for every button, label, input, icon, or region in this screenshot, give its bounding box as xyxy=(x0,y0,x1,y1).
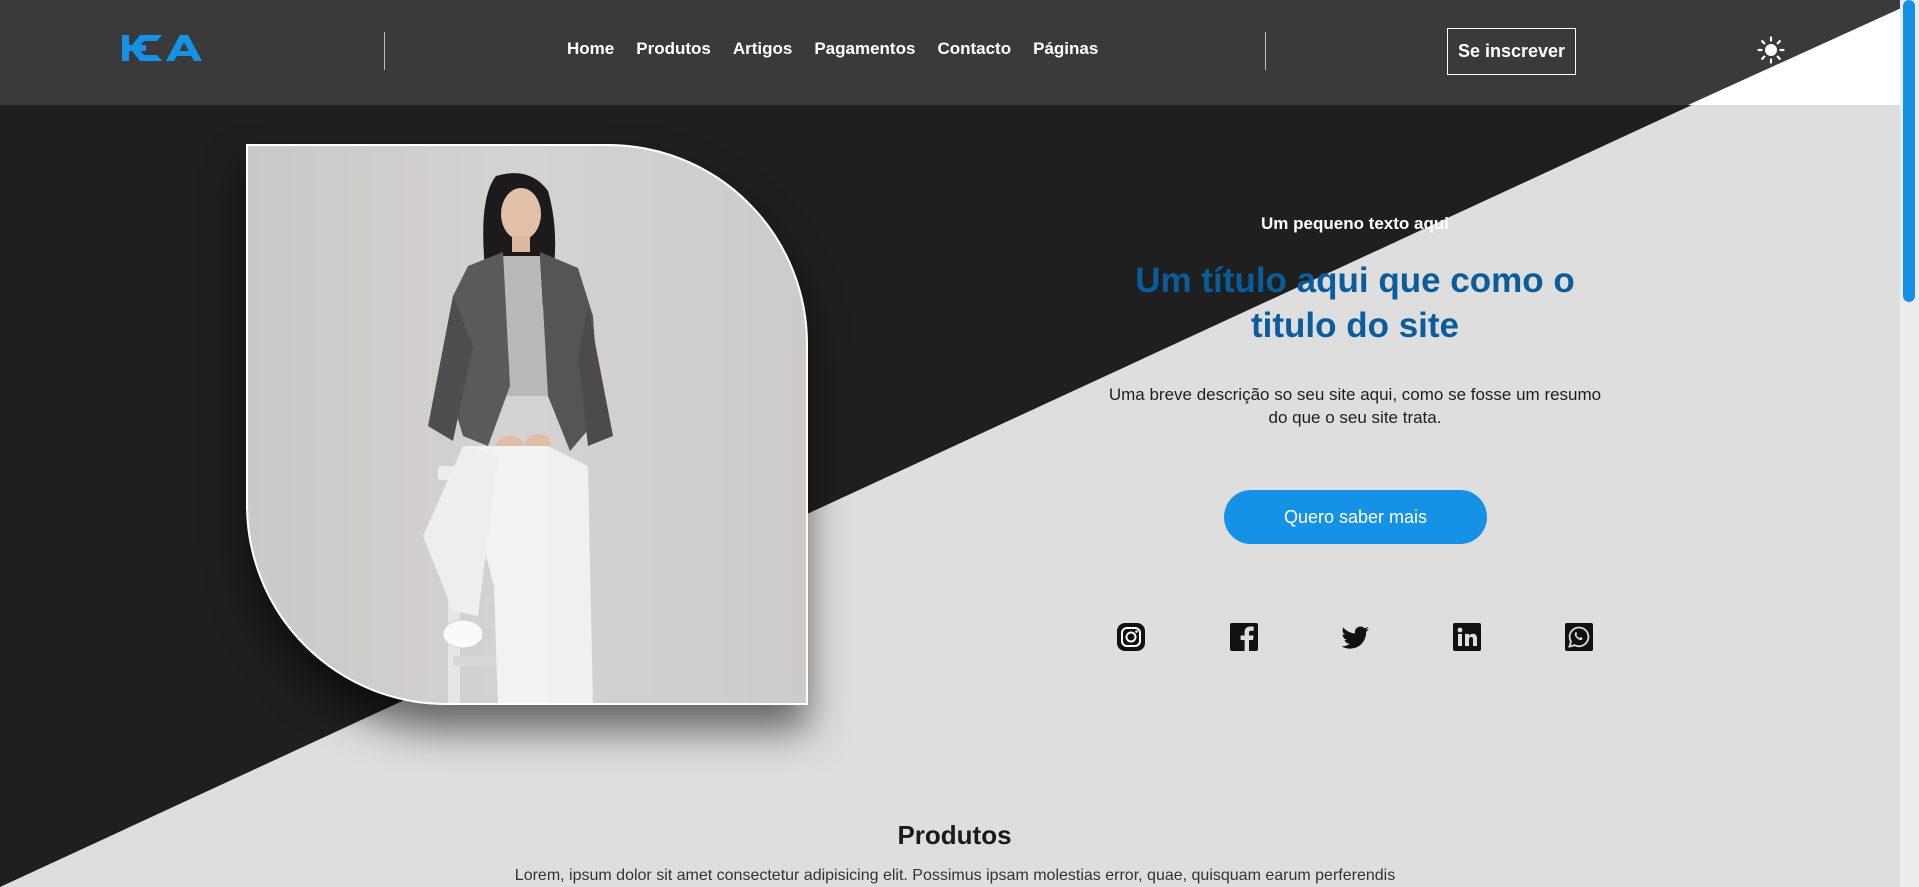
theme-toggle-sun-icon[interactable] xyxy=(1757,36,1785,64)
hero-tagline: Um pequeno texto aqui xyxy=(1261,214,1449,233)
sun-icon xyxy=(1757,36,1785,64)
facebook-icon[interactable] xyxy=(1229,622,1259,652)
instagram-icon[interactable] xyxy=(1116,622,1146,652)
scrollbar-thumb[interactable] xyxy=(1903,0,1915,302)
nav-pagamentos[interactable]: Pagamentos xyxy=(814,39,915,59)
header-divider-right xyxy=(1265,32,1266,70)
header-divider-left xyxy=(384,32,385,70)
linkedin-icon[interactable] xyxy=(1452,622,1482,652)
hero-description-line1: Uma breve descrição so seu site aqui, co… xyxy=(1108,385,1602,404)
nav-home[interactable]: Home xyxy=(567,39,614,59)
whatsapp-icon[interactable] xyxy=(1564,622,1594,652)
learn-more-button[interactable]: Quero saber mais xyxy=(1224,490,1487,544)
hero-description: Uma breve descrição so seu site aqui, co… xyxy=(1060,383,1650,429)
hero-title-line1: Um título aqui que como o xyxy=(1135,261,1575,300)
main-nav: Home Produtos Artigos Pagamentos Contact… xyxy=(567,39,1098,59)
hero-description-line2: do que o seu site trata. xyxy=(1268,408,1442,427)
products-heading: Produtos xyxy=(897,820,1012,850)
nav-contacto[interactable]: Contacto xyxy=(937,39,1011,59)
hero-title-line2: titulo do site xyxy=(1250,306,1460,345)
model-illustration xyxy=(423,173,613,703)
hca-logo-icon xyxy=(122,35,202,61)
nav-artigos[interactable]: Artigos xyxy=(733,39,793,59)
hero-photo xyxy=(246,144,808,705)
nav-paginas[interactable]: Páginas xyxy=(1033,39,1098,59)
site-logo[interactable] xyxy=(122,33,204,63)
products-description: Lorem, ipsum dolor sit amet consectetur … xyxy=(514,867,1396,884)
signup-button[interactable]: Se inscrever xyxy=(1447,28,1576,75)
nav-produtos[interactable]: Produtos xyxy=(636,39,711,59)
twitter-icon[interactable] xyxy=(1340,622,1370,652)
hero-title: Um título aqui que como o titulo do site xyxy=(1060,258,1650,348)
